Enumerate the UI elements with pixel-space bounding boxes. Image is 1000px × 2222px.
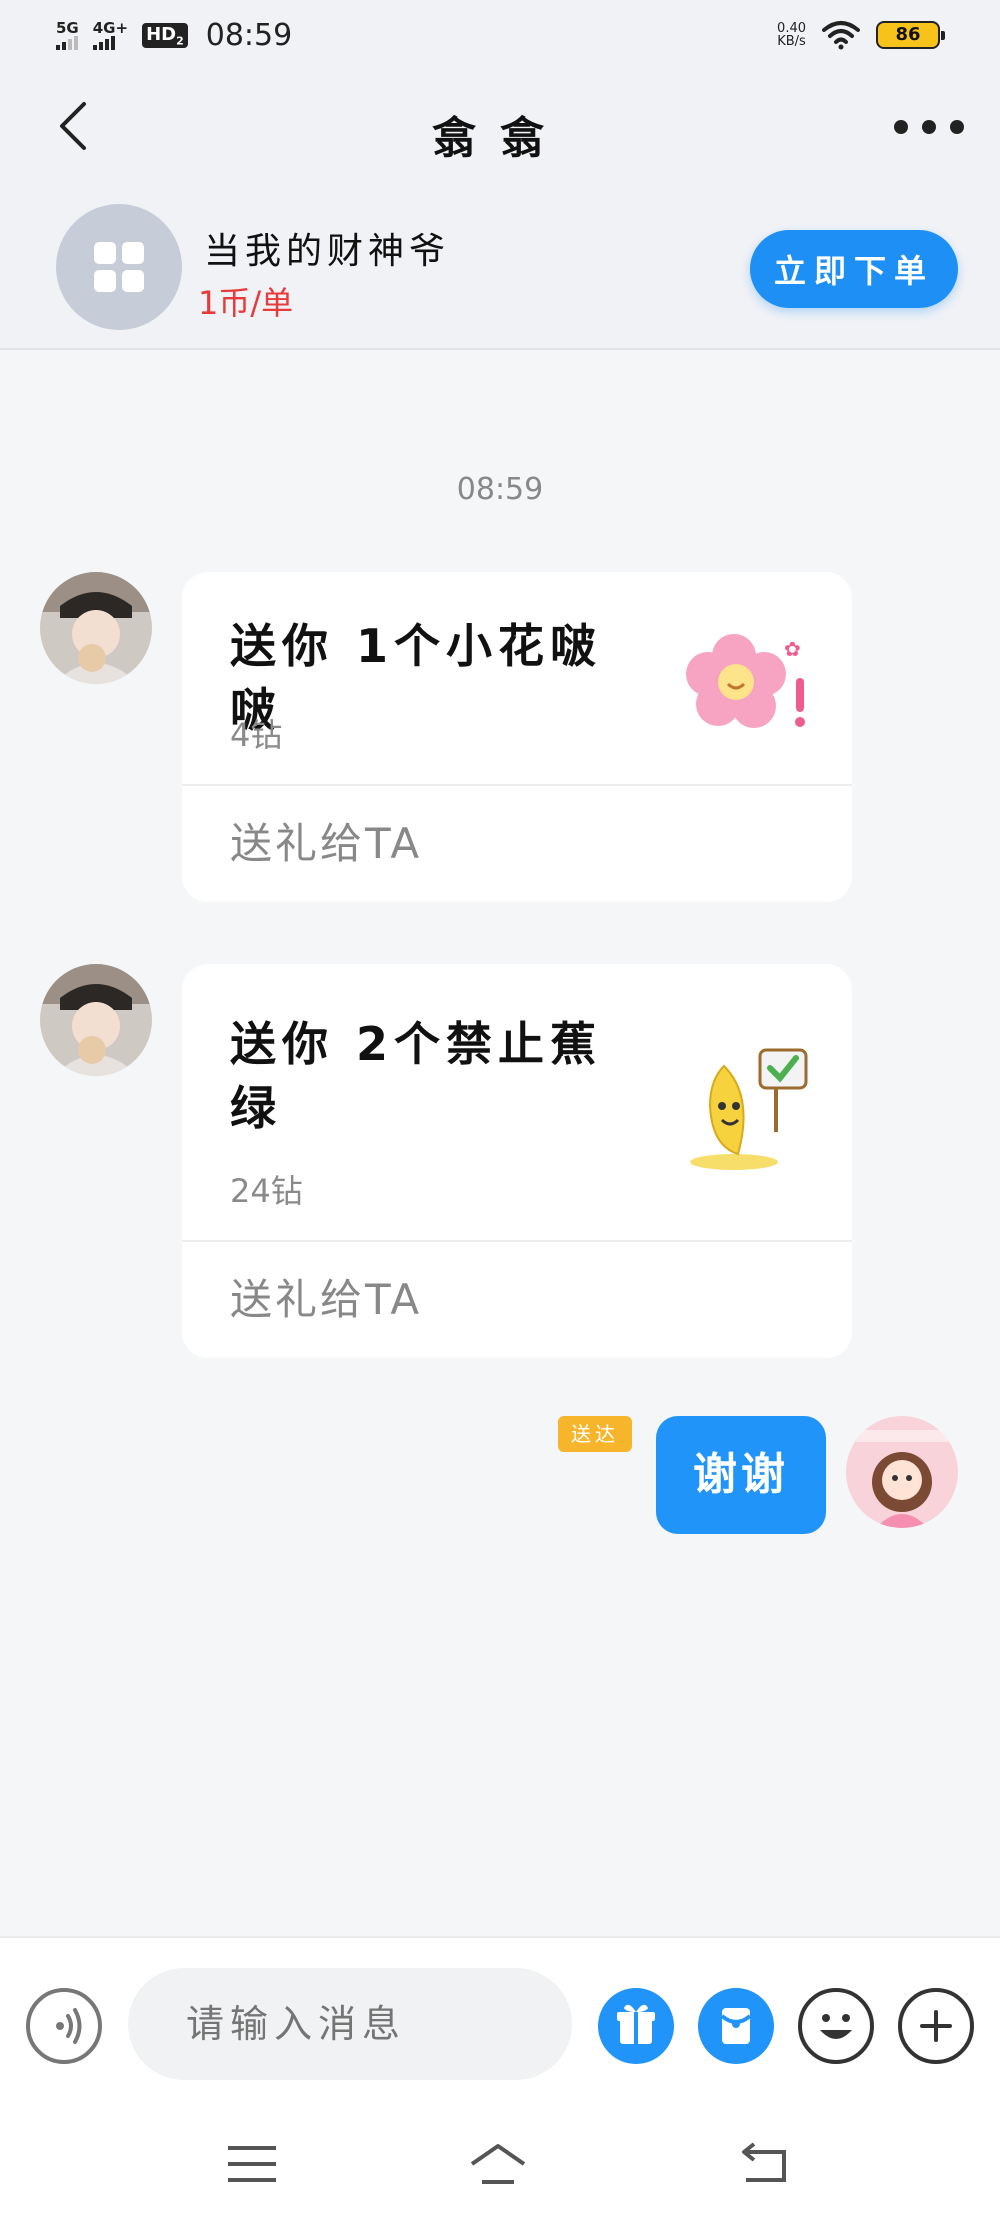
sim1-signal: 5G [56,21,79,50]
hd-sub: 2 [176,34,184,48]
gift-price: 4钻 [230,716,283,754]
envelope-icon [720,2008,752,2044]
status-bar: 5G 4G+ HD2 08:59 0.40 KB/s 86 [0,0,1000,72]
banana-icon [690,1048,808,1170]
status-right: 0.40 KB/s 86 [777,20,945,50]
wifi-icon [822,21,860,50]
sim1-label: 5G [56,19,79,37]
avatar[interactable] [40,964,152,1076]
status-time: 08:59 [205,18,293,53]
service-bar: 当我的财神爷 1币/单 立即下单 [0,182,1000,350]
gift-button[interactable] [598,1988,674,2064]
delivered-status-badge: 送达 [558,1416,632,1452]
gift-message-card: 送你 2个禁止蕉绿 24钻 送礼给TA [182,964,852,1358]
message-timestamp: 08:59 [456,472,544,507]
pink-flower-icon: ✿ [686,634,805,728]
red-envelope-button[interactable] [698,1988,774,2064]
send-gift-link[interactable]: 送礼给TA [182,786,852,902]
own-avatar[interactable] [846,1416,958,1528]
gift-title: 送你 1个小花啵啵 [230,619,603,737]
send-gift-link[interactable]: 送礼给TA [182,1242,852,1358]
network-speed-unit: KB/s [777,34,806,49]
gift-card-main[interactable]: 送你 2个禁止蕉绿 24钻 [182,964,852,1242]
home-icon[interactable] [468,2138,528,2190]
hd-label: HD [146,23,177,45]
gift-title: 送你 2个禁止蕉绿 [230,1017,603,1135]
signal-bars-icon [92,36,115,50]
system-nav-bar [0,2104,1000,2222]
sim2-label: 4G+ [92,19,129,37]
service-price: 1币/单 [198,284,294,322]
network-speed: 0.40 KB/s [777,22,806,48]
service-name: 当我的财神爷 [204,231,451,272]
grid-app-icon [56,204,182,330]
sim2-signal: 4G+ [92,19,129,50]
smiley-icon [820,2014,852,2039]
avatar[interactable] [40,572,152,684]
chat-title: 翕翕 [432,113,568,164]
gift-card-main[interactable]: 送你 1个小花啵啵 4钻 ✿ [182,572,852,786]
more-dots-icon[interactable] [894,102,964,152]
voice-input-button[interactable] [26,1988,102,2064]
gift-message-card: 送你 1个小花啵啵 4钻 ✿ 送礼给TA [182,572,852,902]
svg-text:✿: ✿ [784,637,801,661]
gift-box-icon [617,2004,655,2044]
menu-icon[interactable] [222,2138,282,2190]
hd-voice-badge: HD2 [142,22,188,49]
back-icon[interactable] [734,2138,794,2190]
plus-icon [920,2010,952,2042]
order-now-button[interactable]: 立即下单 [750,230,958,308]
message-input-bar [0,1936,1000,2104]
message-input[interactable] [128,1968,572,2080]
chat-header: 翕翕 [0,72,1000,182]
own-message-bubble[interactable]: 谢谢 [656,1416,826,1534]
signal-bars-icon [56,36,78,50]
voice-icon [56,2008,82,2044]
battery-indicator: 86 [876,21,945,49]
emoji-button[interactable] [798,1988,874,2064]
gift-price: 24钻 [230,1172,303,1210]
more-options-button[interactable] [898,1988,974,2064]
status-left: 5G 4G+ HD2 08:59 [56,18,292,53]
